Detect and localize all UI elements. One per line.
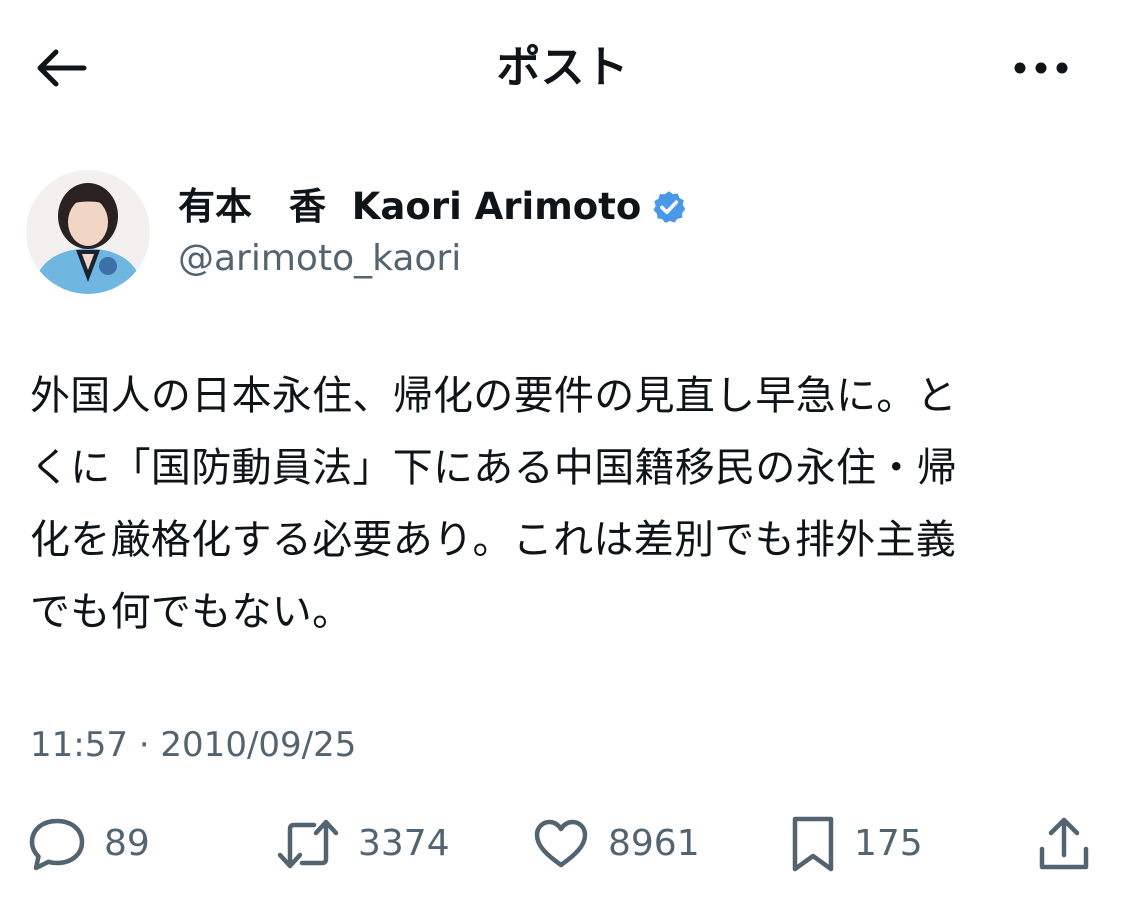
timestamp-separator: · <box>138 725 150 765</box>
post-text: 外国人の日本永住、帰化の要件の見直し早急に。と くに「国防動員法」下にある中国籍… <box>30 373 957 635</box>
post-date[interactable]: 2010/09/25 <box>160 725 356 765</box>
avatar-image <box>26 170 150 294</box>
avatar[interactable] <box>26 170 150 294</box>
action-bar: 89 3374 8961 175 <box>0 812 1125 876</box>
bookmark-button[interactable]: 175 <box>790 812 923 876</box>
post-time[interactable]: 11:57 <box>30 725 128 765</box>
bookmark-icon <box>792 816 834 872</box>
like-icon <box>534 819 588 868</box>
repost-icon <box>277 819 339 869</box>
more-options-icon <box>1014 62 1068 74</box>
reply-count: 89 <box>104 823 150 864</box>
page-title: ポスト <box>496 42 629 93</box>
verified-badge-icon <box>653 191 686 223</box>
post-timestamp: 11:57 · 2010/09/25 <box>30 722 356 768</box>
display-name[interactable]: 有本 香 Kaori Arimoto <box>178 184 641 230</box>
repost-button[interactable]: 3374 <box>276 812 450 876</box>
reply-icon <box>29 818 85 871</box>
author-header: 有本 香 Kaori Arimoto @arimoto_kaori <box>26 170 1096 294</box>
reply-button[interactable]: 89 <box>28 812 150 876</box>
like-button[interactable]: 8961 <box>532 812 700 876</box>
repost-count: 3374 <box>358 823 450 864</box>
user-handle[interactable]: @arimoto_kaori <box>178 236 461 282</box>
display-name-row: 有本 香 Kaori Arimoto <box>178 184 687 230</box>
more-options-button[interactable] <box>1005 42 1077 94</box>
bookmark-count: 175 <box>854 823 923 864</box>
share-icon <box>1039 817 1089 870</box>
top-bar: ポスト <box>0 0 1125 136</box>
share-button[interactable] <box>1036 812 1092 876</box>
like-count: 8961 <box>608 823 700 864</box>
